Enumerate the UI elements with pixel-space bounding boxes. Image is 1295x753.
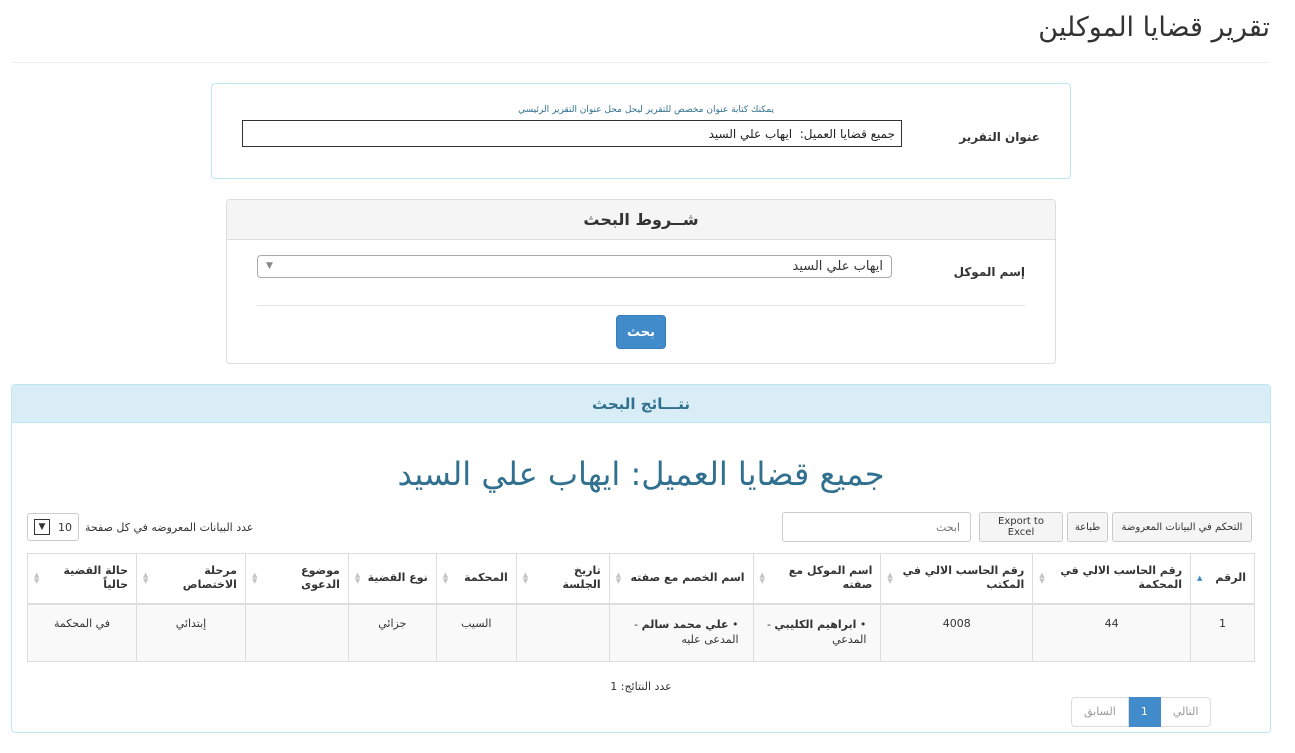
column-header-office-computer-no[interactable]: رقم الحاسب الالي في المكتب ▲ ▼ (880, 553, 1034, 605)
cell-subject (244, 603, 349, 662)
export-excel-button[interactable]: Export to Excel (979, 512, 1063, 542)
client-name-label: إسم الموكل (953, 265, 1025, 279)
opponent-name: علي محمد سالم (641, 617, 729, 631)
criteria-heading: شــروط البحث (227, 200, 1055, 240)
sort-icon: ▲ ▼ (354, 571, 361, 586)
page-length-label: عدد البيانات المعروضه في كل صفحة (85, 520, 254, 534)
print-button[interactable]: طباعة (1067, 512, 1108, 542)
results-table: الرقم ▲ رقم الحاسب الالي في المحكمة ▲ ▼ رقم… (27, 553, 1255, 662)
pagination-prev[interactable]: السابق (1071, 697, 1129, 727)
column-header-status[interactable]: حالة القضية حالياً ▲ ▼ (27, 553, 137, 605)
results-heading: نتـــائج البحث (12, 385, 1270, 423)
results-count: عدد النتائج: 1 (610, 680, 672, 693)
sort-icon: ▲ ▼ (1039, 571, 1045, 586)
page-length-value: 10 (58, 520, 72, 534)
title-divider (12, 62, 1270, 63)
report-title-hint: يمكنك كتابة عنوان مخصص للتقرير ليحل محل … (518, 105, 774, 115)
pagination: التالي 1 السابق (1071, 697, 1212, 727)
client-name: ابراهيم الكليبي (774, 617, 857, 631)
cell-case-type: جزائي (347, 603, 437, 662)
sort-icon: ▲ ▼ (442, 571, 449, 586)
column-header-session-date[interactable]: تاريخ الجلسة ▲ ▼ (515, 553, 610, 605)
cell-office-computer-no: 4008 (880, 603, 1034, 662)
sort-icon: ▲ ▼ (522, 571, 529, 586)
column-header-number[interactable]: الرقم ▲ (1190, 553, 1255, 605)
opponent-role: المدعى عليه (681, 632, 739, 646)
column-header-stage[interactable]: مرحلة الاختصاص ▲ ▼ (136, 553, 246, 605)
sort-asc-icon: ▲ (1197, 574, 1203, 583)
client-name-value: ايهاب علي السيد (792, 259, 884, 274)
report-title-label: عنوان التقرير (959, 130, 1040, 144)
column-header-client[interactable]: اسم الموكل مع صفته ▲ ▼ (752, 553, 882, 605)
cell-court: السيب (435, 603, 517, 662)
cell-status: في المحكمة (27, 603, 137, 662)
search-criteria-panel: شــروط البحث إسم الموكل ايهاب علي السيد … (226, 199, 1056, 364)
page-title: تقرير قضايا الموكلين (1038, 12, 1270, 43)
pagination-next[interactable]: التالي (1159, 697, 1212, 727)
report-title-panel: عنوان التقرير يمكنك كتابة عنوان مخصص للت… (211, 83, 1071, 179)
cell-stage: إبتدائي (136, 603, 246, 662)
caret-down-icon: ▼ (266, 261, 273, 271)
results-report-title: جميع قضايا العميل: ايهاب علي السيد (397, 455, 885, 493)
cell-client: • ابراهيم الكليبي - المدعي (752, 603, 882, 662)
sort-icon: ▲ ▼ (887, 571, 893, 586)
sort-icon: ▲ ▼ (615, 571, 622, 586)
criteria-divider (257, 305, 1025, 306)
column-header-court-computer-no[interactable]: رقم الحاسب الالي في المحكمة ▲ ▼ (1032, 553, 1192, 605)
sort-icon: ▲ ▼ (759, 571, 765, 586)
results-panel: نتـــائج البحث جميع قضايا العميل: ايهاب … (11, 384, 1271, 733)
client-name-select[interactable]: ايهاب علي السيد ▼ (257, 255, 892, 278)
sort-icon: ▲ ▼ (34, 571, 40, 586)
column-header-subject[interactable]: موضوع الدعوى ▲ ▼ (244, 553, 349, 605)
sort-icon: ▲ ▼ (251, 571, 258, 586)
table-header-row: الرقم ▲ رقم الحاسب الالي في المحكمة ▲ ▼ رقم… (27, 553, 1255, 605)
cell-opponent: • علي محمد سالم - المدعى عليه (608, 603, 754, 662)
table-row: 1 44 4008 • ابراهيم الكليبي - المدعي • عل… (27, 603, 1255, 662)
column-header-case-type[interactable]: نوع القضية ▲ ▼ (347, 553, 437, 605)
column-header-court[interactable]: المحكمة ▲ ▼ (435, 553, 517, 605)
report-title-input[interactable] (242, 120, 902, 147)
cell-session-date (515, 603, 610, 662)
sort-icon: ▲ ▼ (143, 571, 149, 586)
client-role: المدعي (832, 632, 867, 646)
cell-court-computer-no: 44 (1032, 603, 1192, 662)
page-length-select[interactable]: 10 ▼ (27, 513, 79, 541)
pagination-page-1[interactable]: 1 (1127, 697, 1161, 727)
cell-number: 1 (1190, 603, 1255, 662)
table-search-input[interactable] (782, 512, 971, 542)
search-button[interactable]: بحث (616, 315, 666, 349)
column-header-opponent[interactable]: اسم الخصم مع صفته ▲ ▼ (608, 553, 754, 605)
page-length-control: عدد البيانات المعروضه في كل صفحة 10 ▼ (27, 512, 253, 542)
column-visibility-button[interactable]: التحكم في البيانات المعروضة (1112, 512, 1252, 542)
chevron-down-icon: ▼ (34, 519, 50, 535)
